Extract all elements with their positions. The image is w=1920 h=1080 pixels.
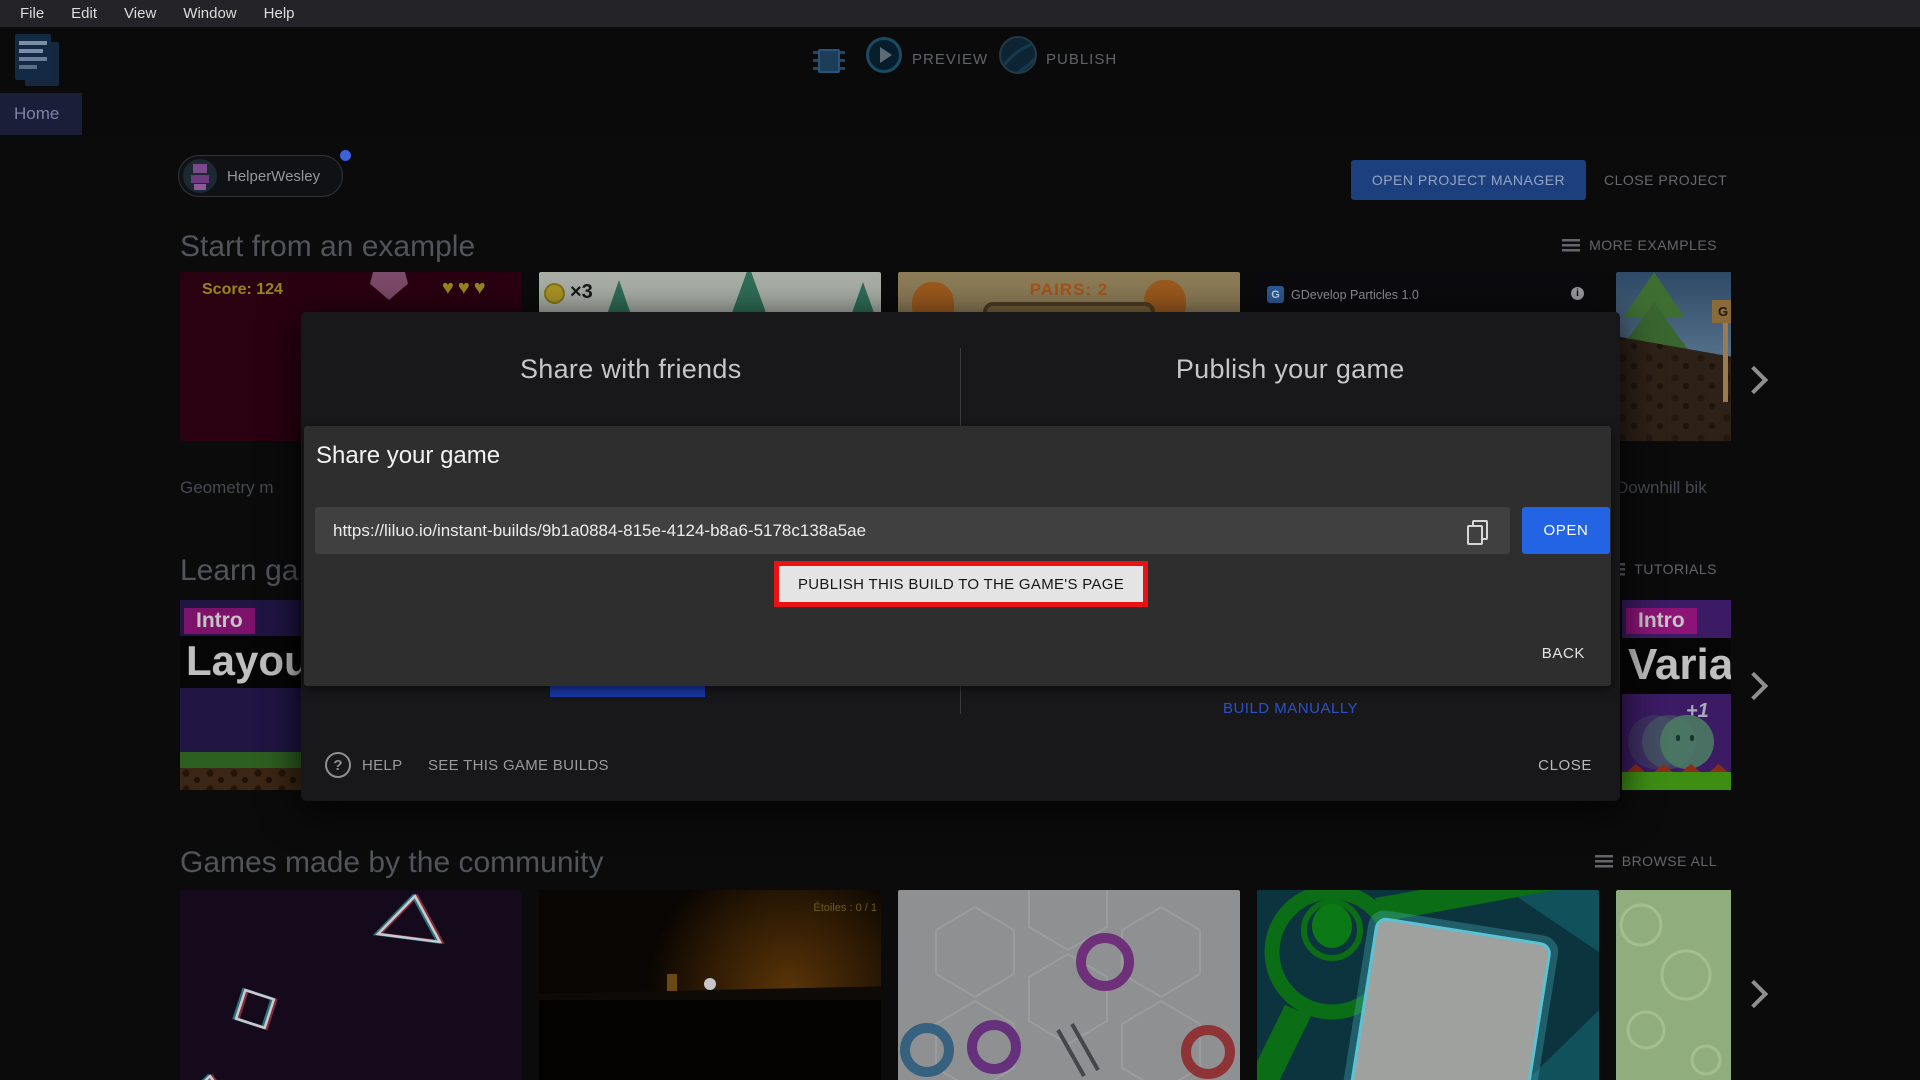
debug-icon-chip (818, 49, 840, 73)
play-triangle-icon (880, 47, 892, 63)
wooden-sign: G (1712, 300, 1731, 323)
panel-title: Share your game (316, 442, 501, 469)
avatar-pixel-art (191, 175, 209, 183)
app-window: File Edit View Window Help PREVIEW PUBLI… (0, 0, 1920, 1080)
community-section-title: Games made by the community (180, 846, 604, 879)
community-thumb-shapes[interactable] (180, 890, 522, 1080)
publish-globe-icon[interactable] (999, 36, 1037, 74)
tab-home[interactable]: Home (0, 93, 82, 135)
player-ball-shape (704, 978, 716, 990)
lantern-shape (667, 974, 677, 991)
pairs-score-text: PAIRS: 2 (1029, 280, 1109, 299)
menu-item-window[interactable]: Window (183, 5, 236, 22)
community-thumb-green-circles[interactable] (1616, 890, 1731, 1080)
preview-button[interactable]: PREVIEW (912, 51, 988, 68)
carousel-next-arrow-icon[interactable] (1742, 982, 1768, 1008)
avatar-pixel-art (193, 164, 207, 173)
tutorials-label: TUTORIALS (1634, 561, 1717, 577)
green-circles-graphic (1619, 903, 1722, 1076)
gdevelop-logo-icon: G (1267, 286, 1284, 303)
notification-dot (340, 150, 351, 161)
community-thumb-hex-rings[interactable] (898, 890, 1240, 1080)
menu-item-view[interactable]: View (124, 5, 156, 22)
close-dialog-button[interactable]: CLOSE (1538, 757, 1592, 774)
list-icon (1562, 238, 1581, 252)
publish-button[interactable]: PUBLISH (1046, 51, 1117, 68)
avatar-pixel-art (194, 184, 206, 190)
menu-item-help[interactable]: Help (264, 5, 295, 22)
back-button[interactable]: BACK (1542, 645, 1585, 662)
tab-share-with-friends[interactable]: Share with friends (301, 312, 961, 426)
project-manager-icon[interactable] (15, 34, 59, 86)
example-thumb-downhill-bike[interactable]: G (1616, 272, 1731, 441)
example-caption-geometry: Geometry m (180, 478, 274, 497)
more-examples-label: MORE EXAMPLES (1589, 237, 1717, 253)
examples-section-title: Start from an example (180, 230, 476, 263)
menu-bar: File Edit View Window Help (0, 0, 1920, 27)
community-carousel: Étoiles : 0 / 1 (180, 890, 1731, 1080)
annotation-highlight-box: PUBLISH THIS BUILD TO THE GAME'S PAGE (774, 561, 1148, 607)
intro-badge: Intro (1626, 608, 1697, 634)
ground-strip-shape (1622, 772, 1731, 790)
intro-badge: Intro (184, 608, 255, 634)
copy-icon[interactable] (1467, 520, 1488, 545)
tab-strip: Home (0, 93, 1920, 135)
hex-rings-graphic (900, 890, 1235, 1080)
ghost-character-shape (1660, 715, 1714, 769)
coin-icon (544, 283, 565, 304)
chromatic-shapes-graphic (201, 893, 445, 1080)
preview-play-icon[interactable] (866, 37, 902, 73)
carousel-next-arrow-icon[interactable] (1742, 674, 1768, 700)
open-url-button[interactable]: OPEN (1522, 507, 1610, 554)
help-button[interactable]: HELP (362, 757, 402, 774)
build-manually-link[interactable]: BUILD MANUALLY (961, 700, 1620, 717)
debug-icon-legs (840, 51, 845, 71)
hearts-icons: ♥♥♥ (442, 277, 490, 299)
teal-rings-graphic (1257, 890, 1599, 1080)
open-project-manager-button[interactable]: OPEN PROJECT MANAGER (1351, 160, 1586, 200)
community-thumb-teal-rings[interactable] (1257, 890, 1599, 1080)
example-caption-downhill: Downhill bik (1616, 478, 1707, 497)
toolbar: PREVIEW PUBLISH (0, 27, 1920, 93)
help-icon[interactable]: ? (325, 752, 351, 778)
menu-item-edit[interactable]: Edit (71, 5, 97, 22)
tutorial-title-band: Variab (1622, 638, 1731, 694)
user-profile-chip[interactable]: HelperWesley (178, 155, 344, 197)
dark-ground-shape (539, 1000, 881, 1080)
close-project-button[interactable]: CLOSE PROJECT (1604, 160, 1727, 200)
info-icon[interactable]: i (1571, 287, 1584, 300)
browse-all-button[interactable]: BROWSE ALL (1594, 853, 1717, 869)
debug-icon[interactable] (813, 43, 845, 77)
stars-counter-text: Étoiles : 0 / 1 (813, 902, 877, 914)
see-game-builds-button[interactable]: SEE THIS GAME BUILDS (428, 757, 609, 774)
project-manager-icon-front (15, 34, 51, 80)
ghost-eye (1676, 735, 1680, 741)
avatar (183, 159, 217, 193)
list-icon (1594, 854, 1613, 868)
menu-item-file[interactable]: File (20, 5, 44, 22)
dialog-footer: ? HELP SEE THIS GAME BUILDS CLOSE (301, 750, 1620, 801)
more-examples-button[interactable]: MORE EXAMPLES (1562, 237, 1717, 253)
build-url-field[interactable]: https://liluo.io/instant-builds/9b1a0884… (315, 507, 1510, 554)
browse-all-label: BROWSE ALL (1621, 853, 1717, 869)
carousel-next-arrow-icon[interactable] (1742, 368, 1768, 394)
publish-this-build-button[interactable]: PUBLISH THIS BUILD TO THE GAME'S PAGE (779, 566, 1143, 602)
tabs-divider (960, 348, 961, 426)
share-dialog: Share with friends Publish your game BUI… (301, 312, 1620, 801)
particles-title: GDevelop Particles 1.0 (1291, 288, 1419, 302)
learn-section-title: Learn ga (180, 554, 299, 587)
username-label: HelperWesley (227, 167, 321, 185)
share-your-game-panel: Share your game https://liluo.io/instant… (304, 426, 1611, 686)
ghost-eye (1690, 735, 1694, 741)
coin-multiplier-text: ×3 (570, 281, 593, 303)
pentagon-shape (370, 272, 408, 300)
build-url-text: https://liluo.io/instant-builds/9b1a0884… (333, 521, 867, 540)
selected-tab-indicator (550, 686, 705, 697)
tab-publish-your-game[interactable]: Publish your game (961, 312, 1621, 426)
tutorials-button[interactable]: TUTORIALS (1607, 561, 1717, 577)
community-thumb-night-forest[interactable]: Étoiles : 0 / 1 (539, 890, 881, 1080)
game-score-text: Score: 124 (202, 281, 283, 298)
tutorial-thumb-variables[interactable]: Intro Variab +1 (1622, 600, 1731, 790)
